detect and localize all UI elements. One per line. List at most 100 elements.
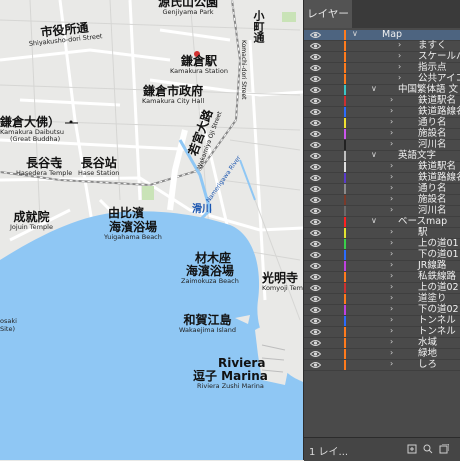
label-zaimokuza: 材木座 xyxy=(195,251,232,265)
chevron-down-icon[interactable]: ∨ xyxy=(371,216,377,225)
chevron-right-icon[interactable]: › xyxy=(390,161,393,170)
visibility-eye-icon[interactable] xyxy=(310,141,321,149)
visibility-eye-icon[interactable] xyxy=(310,97,321,105)
chevron-right-icon[interactable]: › xyxy=(390,304,393,313)
collect-export-icon[interactable] xyxy=(407,444,417,454)
layer-color-swatch xyxy=(344,41,346,51)
chevron-right-icon[interactable]: › xyxy=(390,249,393,258)
visibility-eye-icon[interactable] xyxy=(310,273,321,281)
chevron-right-icon[interactable]: › xyxy=(398,40,401,49)
visibility-eye-icon[interactable] xyxy=(310,119,321,127)
chevron-down-icon[interactable]: ∨ xyxy=(371,84,377,93)
visibility-eye-icon[interactable] xyxy=(310,152,321,160)
label-kamakura-station: 鎌倉駅 Kamakura Station xyxy=(170,54,228,75)
visibility-eye-icon[interactable] xyxy=(310,86,321,94)
layer-color-swatch xyxy=(344,228,346,238)
visibility-eye-icon[interactable] xyxy=(310,339,321,347)
chevron-right-icon[interactable]: › xyxy=(390,315,393,324)
visibility-eye-icon[interactable] xyxy=(310,42,321,50)
chevron-right-icon[interactable]: › xyxy=(398,51,401,60)
layer-color-swatch xyxy=(344,30,346,40)
label-riviera-zushi-marina: 逗子 Marina Riviera Zushi Marina xyxy=(193,369,268,390)
chevron-right-icon[interactable]: › xyxy=(390,293,393,302)
visibility-eye-icon[interactable] xyxy=(310,361,321,369)
label-riviera: Riviera xyxy=(218,356,266,370)
visibility-eye-icon[interactable] xyxy=(310,240,321,248)
label-genjiyama-park: 源氏山公園 Genjiyama Park xyxy=(158,0,219,16)
visibility-eye-icon[interactable] xyxy=(310,130,321,138)
chevron-right-icon[interactable]: › xyxy=(390,271,393,280)
visibility-eye-icon[interactable] xyxy=(310,108,321,116)
chevron-right-icon[interactable]: › xyxy=(390,172,393,181)
layer-row[interactable]: › しろ xyxy=(304,359,460,371)
layer-color-swatch xyxy=(344,261,346,271)
visibility-eye-icon[interactable] xyxy=(310,328,321,336)
chevron-down-icon[interactable]: ∨ xyxy=(352,29,358,38)
tab-layers[interactable]: レイヤー xyxy=(304,0,352,28)
label-kamakura-daibutsu: 鎌倉大佛） Kamakura Daibutsu xyxy=(0,115,64,136)
visibility-eye-icon[interactable] xyxy=(310,218,321,226)
layer-color-swatch xyxy=(344,96,346,106)
visibility-eye-icon[interactable] xyxy=(310,262,321,270)
layer-row[interactable]: › 河川名 xyxy=(304,139,460,151)
layer-color-swatch xyxy=(344,283,346,293)
chevron-right-icon[interactable]: › xyxy=(390,348,393,357)
chevron-right-icon[interactable]: › xyxy=(390,227,393,236)
layer-color-swatch xyxy=(344,294,346,304)
visibility-eye-icon[interactable] xyxy=(310,229,321,237)
chevron-right-icon[interactable]: › xyxy=(390,117,393,126)
visibility-eye-icon[interactable] xyxy=(310,31,321,39)
visibility-eye-icon[interactable] xyxy=(310,306,321,314)
chevron-right-icon[interactable]: › xyxy=(390,260,393,269)
visibility-eye-icon[interactable] xyxy=(310,295,321,303)
layer-color-swatch xyxy=(344,360,346,370)
visibility-eye-icon[interactable] xyxy=(310,196,321,204)
visibility-eye-icon[interactable] xyxy=(310,251,321,259)
layer-color-swatch xyxy=(344,162,346,172)
chevron-right-icon[interactable]: › xyxy=(390,128,393,137)
layer-color-swatch xyxy=(344,316,346,326)
locate-object-icon[interactable] xyxy=(423,444,433,454)
new-layer-icon[interactable] xyxy=(439,444,449,454)
layer-count: 1 レイ... xyxy=(309,447,349,458)
chevron-right-icon[interactable]: › xyxy=(390,205,393,214)
visibility-eye-icon[interactable] xyxy=(310,317,321,325)
visibility-eye-icon[interactable] xyxy=(310,163,321,171)
panel-footer: 1 レイ... xyxy=(304,437,460,461)
chevron-right-icon[interactable]: › xyxy=(390,337,393,346)
layer-color-swatch xyxy=(344,349,346,359)
visibility-eye-icon[interactable] xyxy=(310,75,321,83)
visibility-eye-icon[interactable] xyxy=(310,53,321,61)
chevron-right-icon[interactable]: › xyxy=(390,282,393,291)
chevron-right-icon[interactable]: › xyxy=(390,238,393,247)
layer-color-swatch xyxy=(344,74,346,84)
chevron-right-icon[interactable]: › xyxy=(390,359,393,368)
chevron-right-icon[interactable]: › xyxy=(390,194,393,203)
chevron-right-icon[interactable]: › xyxy=(398,73,401,82)
label-hasedera: 長谷寺 Hasedera Temple xyxy=(16,156,73,177)
layer-name[interactable]: しろ xyxy=(418,359,437,371)
chevron-right-icon[interactable]: › xyxy=(390,139,393,148)
layer-color-swatch xyxy=(344,52,346,62)
panel-tab-bar: レイヤー xyxy=(304,0,460,28)
chevron-right-icon[interactable]: › xyxy=(390,183,393,192)
chevron-right-icon[interactable]: › xyxy=(390,106,393,115)
chevron-right-icon[interactable]: › xyxy=(398,62,401,71)
chevron-right-icon[interactable]: › xyxy=(390,95,393,104)
layer-row[interactable]: ∨ ベースmap xyxy=(304,216,460,228)
visibility-eye-icon[interactable] xyxy=(310,64,321,72)
visibility-eye-icon[interactable] xyxy=(310,350,321,358)
label-kamakura-city-hall: 鎌倉市政府 Kamakura City Hall xyxy=(142,84,205,105)
chevron-right-icon[interactable]: › xyxy=(390,326,393,335)
chevron-down-icon[interactable]: ∨ xyxy=(371,150,377,159)
visibility-eye-icon[interactable] xyxy=(310,284,321,292)
visibility-eye-icon[interactable] xyxy=(310,207,321,215)
layer-color-swatch xyxy=(344,217,346,227)
visibility-eye-icon[interactable] xyxy=(310,174,321,182)
layer-color-swatch xyxy=(344,63,346,73)
label-jojuin: 成就院 Jojuin Temple xyxy=(10,210,53,231)
layer-color-swatch xyxy=(344,338,346,348)
visibility-eye-icon[interactable] xyxy=(310,185,321,193)
layer-color-swatch xyxy=(344,305,346,315)
layer-color-swatch xyxy=(344,151,346,161)
